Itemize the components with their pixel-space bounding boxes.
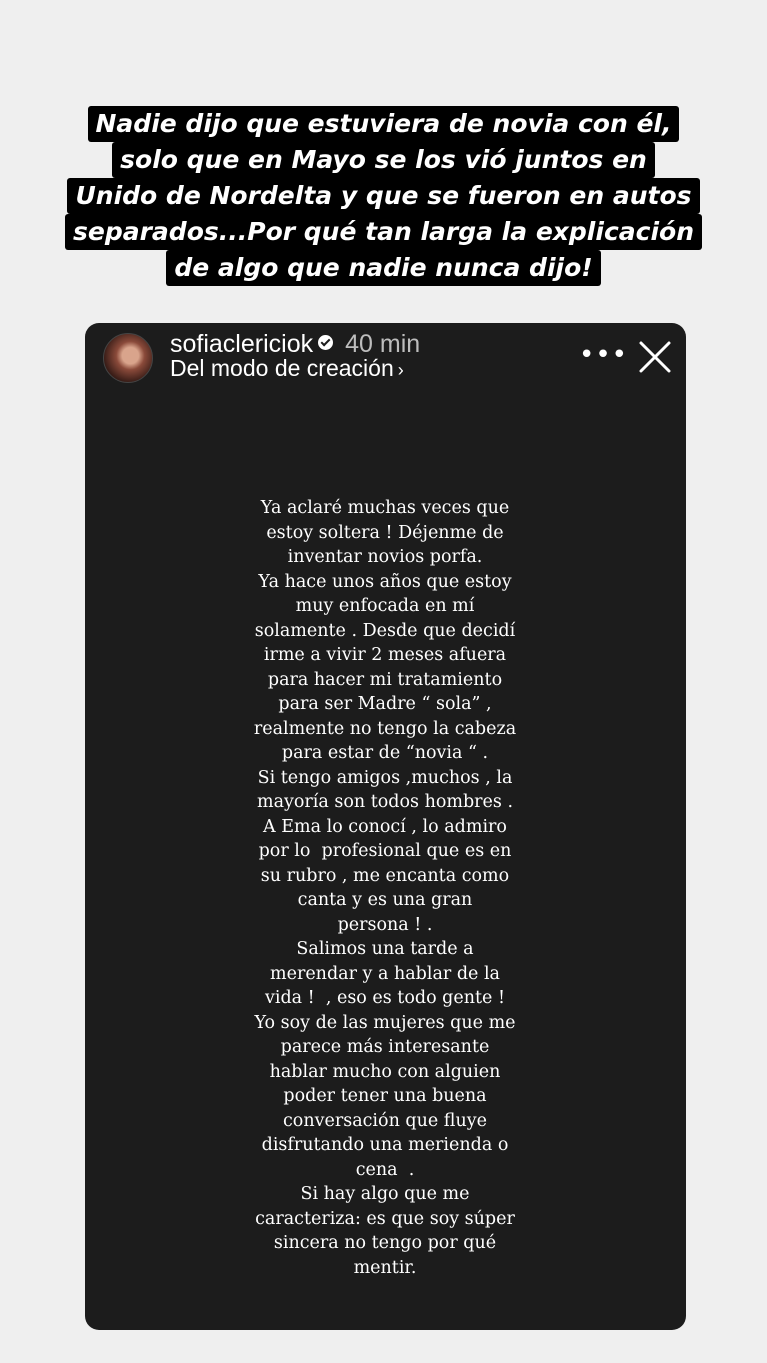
caption-line-text: Nadie dijo que estuviera de novia con él… <box>87 106 680 142</box>
story-text-line: para ser Madre “ sola” , <box>278 694 492 714</box>
caption-line-text: solo que en Mayo se los vió juntos en <box>112 142 655 178</box>
caption-line-text: de algo que nadie nunca dijo! <box>166 250 601 286</box>
story-text-line: caracteriza: es que soy súper <box>255 1208 515 1229</box>
story-text-line: merendar y a hablar de la <box>270 963 500 984</box>
story-text-line: vida ! , eso es todo gente ! <box>265 988 505 1008</box>
story-text-line: disfrutando una merienda o <box>261 1135 509 1155</box>
story-text-line: su rubro , me encanta como <box>260 865 510 886</box>
story-text-line: poder tener una buena <box>283 1086 487 1106</box>
story-text-line: Salimos una tarde a <box>296 939 474 959</box>
story-text-line: mentir. <box>353 1257 417 1278</box>
close-icon[interactable] <box>637 339 673 375</box>
story-text-line: para estar de “novia “ . <box>281 743 489 763</box>
creation-mode-link[interactable]: Del modo de creación › <box>170 353 404 385</box>
story-text-line: A Ema lo conocí , lo admiro <box>263 816 507 837</box>
caption-overlay: Nadie dijo que estuviera de novia con él… <box>0 106 767 286</box>
chevron-right-icon: › <box>397 360 404 380</box>
story-text-line: por lo profesional que es en <box>258 841 512 861</box>
story-text-body: Ya aclaré muchas veces que estoy soltera… <box>185 496 585 1280</box>
story-text-line: solamente . Desde que decidí <box>254 620 516 641</box>
story-text-line: Ya aclaré muchas veces que <box>260 498 510 518</box>
story-text-line: cena . <box>355 1159 415 1180</box>
story-text-line: inventar novios porfa. <box>287 547 483 567</box>
story-text-line: realmente no tengo la cabeza <box>253 718 517 739</box>
story-text-line: hablar mucho con alguien <box>269 1061 501 1082</box>
caption-line: Unido de Nordelta y que se fueron en aut… <box>0 178 767 214</box>
story-text-line: mayoría son todos hombres . <box>256 792 514 812</box>
caption-line-text: Unido de Nordelta y que se fueron en aut… <box>67 178 700 214</box>
caption-line: separados...Por qué tan larga la explica… <box>0 214 767 250</box>
story-text-line: canta y es una gran <box>297 890 473 910</box>
verified-badge-icon <box>318 335 334 350</box>
story-card[interactable]: sofiaclericiok 40 min Del modo de creació… <box>85 323 686 1330</box>
story-text-line: sincera no tengo por qué <box>273 1233 497 1253</box>
caption-line: Nadie dijo que estuviera de novia con él… <box>0 106 767 142</box>
caption-line: de algo que nadie nunca dijo! <box>0 250 767 286</box>
story-text-line: Si hay algo que me <box>300 1184 470 1204</box>
story-text-line: irme a vivir 2 meses afuera <box>263 645 507 665</box>
story-text-line: estoy soltera ! Déjenme de <box>266 522 504 543</box>
story-text-line: persona ! . <box>337 914 433 935</box>
story-text-line: conversación que fluye <box>283 1110 487 1131</box>
story-text-line: parece más interesante <box>280 1037 490 1057</box>
caption-line-text: separados...Por qué tan larga la explica… <box>65 214 702 250</box>
story-text-line: muy enfocada en mí <box>295 596 475 616</box>
more-options-icon[interactable]: ••• <box>579 337 627 373</box>
caption-line: solo que en Mayo se los vió juntos en <box>0 142 767 178</box>
avatar[interactable] <box>103 333 153 383</box>
story-text-line: Ya hace unos años que estoy <box>258 571 512 592</box>
story-text-line: para hacer mi tratamiento <box>267 669 503 690</box>
story-text-line: Yo soy de las mujeres que me <box>254 1012 516 1033</box>
story-text-line: Si tengo amigos ,muchos , la <box>257 767 513 788</box>
creation-mode-label: Del modo de creación <box>170 355 394 381</box>
